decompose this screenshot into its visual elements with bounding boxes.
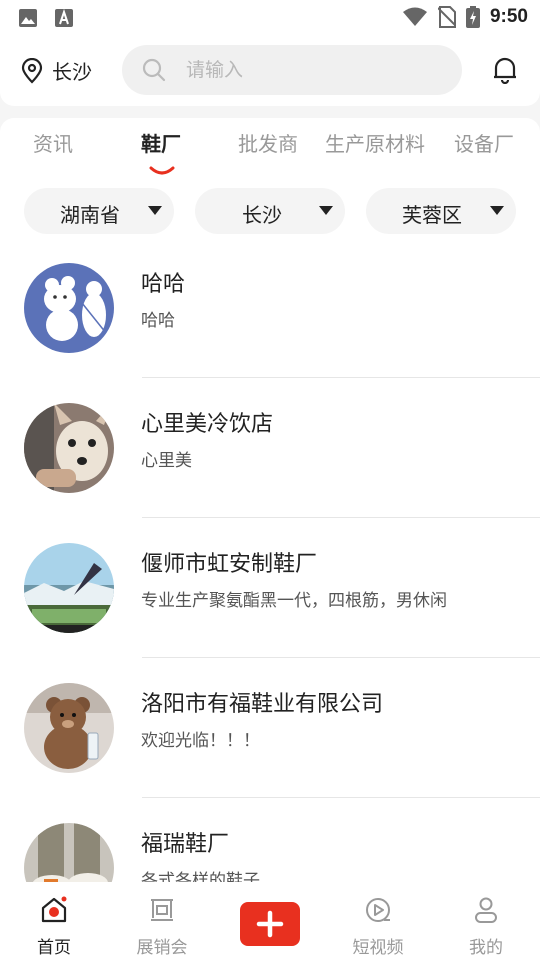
list-item-subtitle: 心里美 [141, 451, 192, 471]
wifi-icon [402, 7, 427, 26]
dropdown-arrow-icon [490, 206, 504, 215]
video-icon [366, 898, 390, 922]
avatar [24, 683, 114, 773]
list-item-subtitle: 各式各样的鞋子 [141, 871, 260, 882]
nav-profile[interactable]: 我的 [432, 882, 540, 960]
list-item[interactable]: 福瑞鞋厂 各式各样的鞋子 [0, 818, 540, 882]
nav-short-video[interactable]: 短视频 [324, 882, 432, 960]
tab-shoe-factory[interactable]: 鞋厂 [141, 128, 181, 157]
keyboard-icon [55, 8, 73, 27]
list-item[interactable]: 心里美冷饮店 心里美 [0, 398, 540, 538]
avatar [24, 543, 114, 633]
bell-icon[interactable] [492, 56, 518, 84]
nav-profile-label: 我的 [469, 938, 503, 958]
add-post-button[interactable] [240, 902, 300, 946]
city-filter[interactable]: 长沙 [195, 188, 345, 234]
city-filter-label: 长沙 [242, 203, 282, 227]
search-bar[interactable] [122, 45, 462, 95]
location-pin-icon [21, 57, 43, 84]
search-input[interactable] [186, 59, 416, 81]
active-tab-indicator [149, 166, 175, 175]
list-item-subtitle: 哈哈 [141, 311, 175, 331]
tab-equipment-factory[interactable]: 设备厂 [454, 128, 514, 157]
no-sim-icon [437, 6, 456, 28]
list-item-title: 福瑞鞋厂 [141, 832, 230, 857]
province-filter-label: 湖南省 [60, 203, 120, 227]
divider [142, 517, 540, 518]
location-label: 长沙 [52, 60, 92, 84]
location-selector[interactable]: 长沙 [20, 56, 92, 85]
list-item[interactable]: 偃师市虹安制鞋厂 专业生产聚氨酯黑一代，四根筋，男休闲 [0, 538, 540, 678]
status-bar: 9:50 [0, 0, 540, 36]
region-filters: 湖南省 长沙 芙蓉区 [0, 188, 540, 234]
exhibition-icon [151, 899, 173, 921]
content-panel: 资讯 鞋厂 批发商 生产原材料 设备厂 湖南省 长沙 芙蓉区 哈哈 哈哈 心里美… [0, 118, 540, 882]
divider [142, 377, 540, 378]
list-item[interactable]: 哈哈 哈哈 [0, 258, 540, 398]
profile-icon [475, 897, 497, 923]
nav-exhibition[interactable]: 展销会 [108, 882, 216, 960]
tab-news[interactable]: 资讯 [33, 128, 73, 157]
battery-icon [465, 6, 480, 28]
dropdown-arrow-icon [319, 206, 333, 215]
list-item-title: 哈哈 [141, 272, 186, 297]
nav-home[interactable]: 首页 [0, 882, 108, 960]
nav-home-label: 首页 [37, 938, 71, 958]
list-item-subtitle: 专业生产聚氨酯黑一代，四根筋，男休闲 [141, 591, 447, 611]
list-item-title: 心里美冷饮店 [141, 412, 274, 437]
search-icon [142, 58, 166, 82]
avatar [24, 263, 114, 353]
tab-raw-materials[interactable]: 生产原材料 [325, 128, 425, 157]
list-item[interactable]: 洛阳市有福鞋业有限公司 欢迎光临！！！ [0, 678, 540, 818]
category-tabs: 资讯 鞋厂 批发商 生产原材料 设备厂 [0, 128, 540, 175]
list-item-subtitle: 欢迎光临！！！ [141, 731, 260, 751]
top-header: 长沙 [0, 36, 540, 106]
plus-icon [256, 910, 284, 938]
bottom-nav: 首页 展销会 短视频 我的 [0, 882, 540, 960]
divider [142, 797, 540, 798]
province-filter[interactable]: 湖南省 [24, 188, 174, 234]
district-filter[interactable]: 芙蓉区 [366, 188, 516, 234]
gallery-icon [19, 9, 37, 27]
nav-short-video-label: 短视频 [352, 938, 404, 958]
home-icon [41, 896, 67, 923]
avatar [24, 823, 114, 882]
avatar [24, 403, 114, 493]
nav-exhibition-label: 展销会 [136, 938, 188, 958]
list-item-title: 洛阳市有福鞋业有限公司 [141, 692, 384, 717]
divider [142, 657, 540, 658]
status-time: 9:50 [489, 6, 528, 27]
list-item-title: 偃师市虹安制鞋厂 [141, 552, 318, 577]
dropdown-arrow-icon [148, 206, 162, 215]
tab-wholesaler[interactable]: 批发商 [238, 128, 298, 157]
district-filter-label: 芙蓉区 [402, 203, 462, 227]
